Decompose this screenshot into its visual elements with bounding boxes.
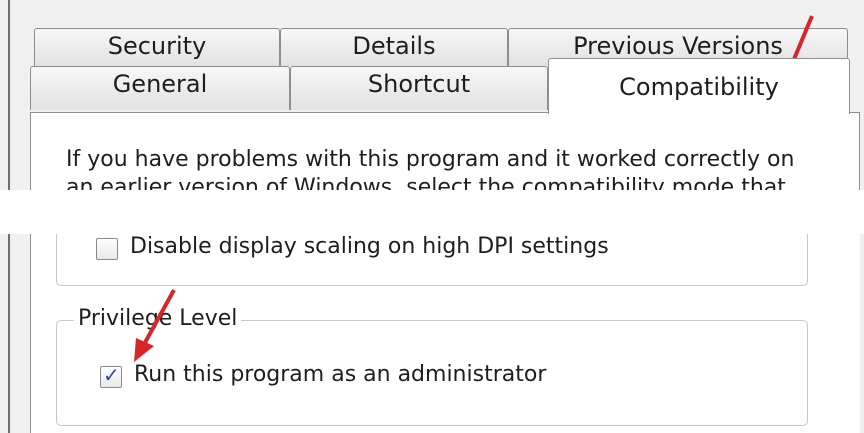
dpi-scaling-checkbox[interactable]	[96, 238, 118, 260]
tab-compatibility[interactable]: Compatibility	[548, 58, 850, 114]
properties-dialog-top: Security Details Previous Versions Gener…	[0, 0, 864, 190]
run-as-admin-label: Run this program as an administrator	[134, 362, 547, 387]
run-as-admin-checkbox[interactable]	[100, 363, 122, 388]
window-left-border	[8, 234, 10, 433]
compatibility-description: If you have problems with this program a…	[66, 147, 795, 190]
tab-security[interactable]: Security	[34, 28, 280, 66]
tab-shortcut[interactable]: Shortcut	[290, 66, 548, 110]
properties-dialog-bottom: Disable display scaling on high DPI sett…	[0, 234, 864, 433]
window-left-border	[8, 0, 10, 190]
tab-general[interactable]: General	[30, 66, 290, 110]
crop-gap	[0, 190, 864, 234]
dpi-scaling-label: Disable display scaling on high DPI sett…	[130, 234, 609, 259]
tab-details[interactable]: Details	[280, 28, 508, 66]
annotation-arrow-icon	[134, 289, 176, 362]
